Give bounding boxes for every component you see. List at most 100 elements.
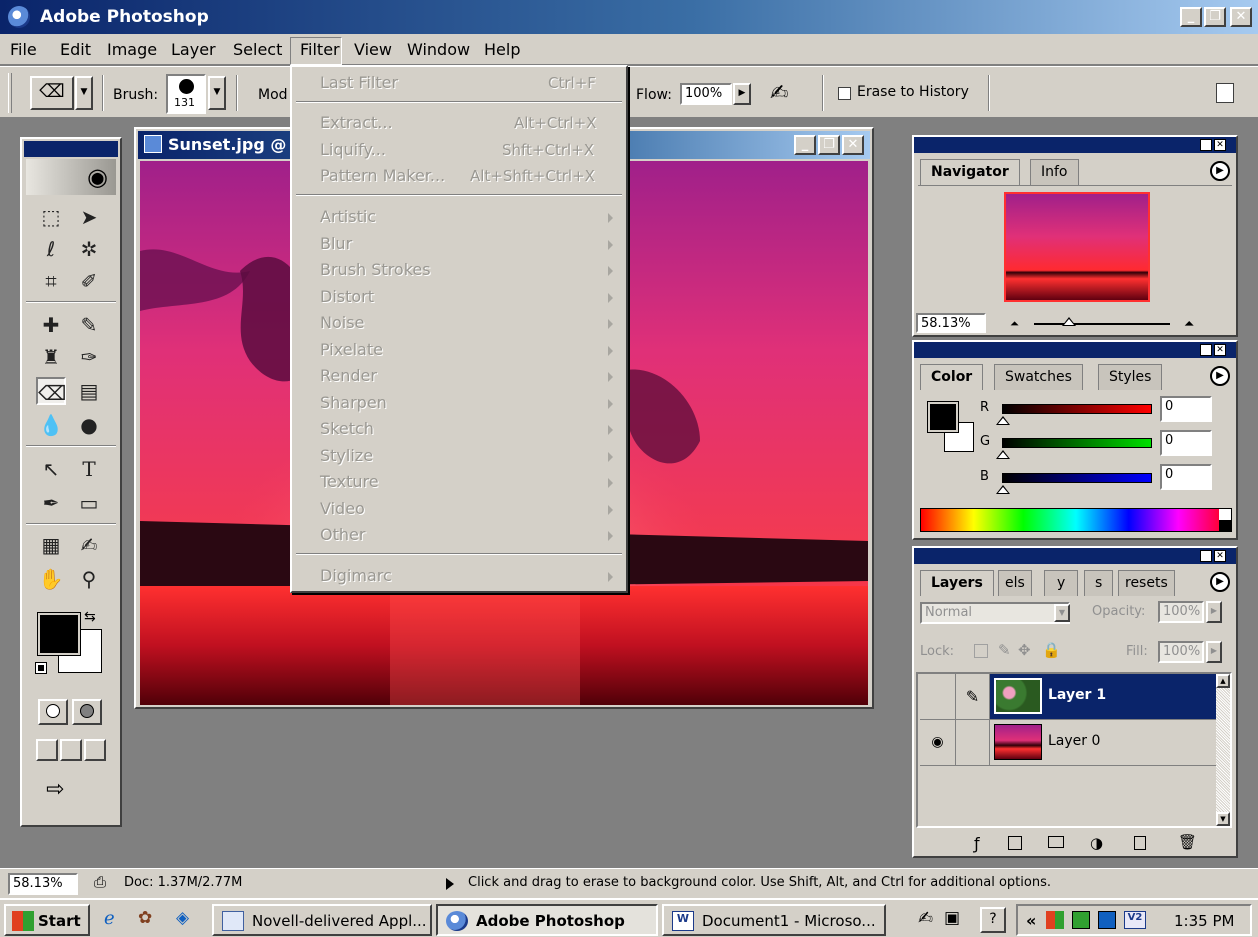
color-foreground-swatch[interactable] (927, 401, 959, 433)
dodge-tool-icon[interactable]: ● (74, 411, 104, 439)
document-info-icon[interactable]: ⎙ (94, 873, 106, 891)
doc-maximize-button[interactable]: ❐ (818, 135, 840, 155)
color-panel-header[interactable] (914, 342, 1236, 358)
layer-brush-icon[interactable]: ✎ (956, 674, 990, 719)
lock-image-icon[interactable]: ✎ (998, 641, 1011, 659)
adobe-online-eye-icon[interactable]: ◉ (26, 159, 116, 195)
quicklaunch-browser-icon[interactable]: ◈ (176, 908, 189, 928)
menu-item-extract[interactable]: Extract... (320, 113, 393, 132)
navigator-panel-header[interactable] (914, 137, 1236, 153)
tab-channels[interactable]: els (998, 570, 1032, 596)
erase-to-history-checkbox[interactable] (838, 87, 851, 100)
green-slider[interactable] (1002, 438, 1152, 448)
scroll-up-icon[interactable]: ▲ (1216, 674, 1230, 688)
menu-item-noise[interactable]: Noise (320, 313, 364, 332)
flow-slider-button[interactable]: ▶ (733, 83, 751, 105)
menu-item-digimarc[interactable]: Digimarc (320, 566, 392, 585)
menu-item-distort[interactable]: Distort (320, 287, 374, 306)
gradient-tool-icon[interactable]: ▤ (74, 377, 104, 405)
airbrush-icon[interactable]: ✍ (770, 81, 788, 106)
slice-tool-icon[interactable]: ✐ (74, 267, 104, 295)
default-colors-icon[interactable] (35, 662, 47, 674)
scroll-down-icon[interactable]: ▼ (1216, 812, 1230, 826)
menu-item-brush-strokes[interactable]: Brush Strokes (320, 260, 431, 279)
layers-scrollbar[interactable]: ▲ ▼ (1216, 674, 1230, 826)
layer-link-cell[interactable] (956, 720, 990, 765)
menu-edit[interactable]: Edit (60, 40, 91, 59)
zoom-tool-icon[interactable]: ⚲ (74, 565, 104, 593)
green-value-input[interactable]: 0 (1160, 430, 1212, 456)
fill-input[interactable]: 100% (1158, 641, 1204, 663)
path-selection-tool-icon[interactable]: ↖ (36, 455, 66, 483)
task-photoshop[interactable]: Adobe Photoshop (436, 904, 658, 936)
zoom-out-icon[interactable]: ⏶ (1010, 317, 1019, 331)
jump-to-imageready-icon[interactable]: ⇨ (46, 777, 64, 802)
zoom-slider-thumb[interactable] (1062, 317, 1076, 326)
tab-color[interactable]: Color (920, 364, 984, 390)
close-button[interactable]: ✕ (1230, 7, 1252, 27)
red-value-input[interactable]: 0 (1160, 396, 1212, 422)
crop-tool-icon[interactable]: ⌗ (36, 267, 66, 295)
tab-paths[interactable]: y (1044, 570, 1079, 596)
blend-mode-dropdown-icon[interactable]: ▼ (1054, 604, 1070, 622)
color-ramp-white[interactable] (1219, 509, 1231, 520)
minimize-button[interactable]: _ (1180, 7, 1202, 27)
blend-mode-select[interactable]: Normal (920, 602, 1070, 624)
menu-help[interactable]: Help (484, 40, 520, 59)
panel-menu-arrow-icon[interactable]: ▶ (1210, 366, 1230, 386)
menu-item-liquify[interactable]: Liquify... (320, 140, 386, 159)
panel-close-icon[interactable]: ✕ (1214, 550, 1226, 562)
navigator-thumbnail[interactable] (1004, 192, 1150, 302)
task-novell[interactable]: Novell-delivered Appl... (212, 904, 432, 936)
layer-row[interactable]: ✎ Layer 1 (920, 674, 1218, 720)
tray-display-icon[interactable] (1098, 911, 1116, 929)
layer-style-icon[interactable]: ƒ (974, 834, 980, 853)
brush-tool-icon[interactable]: ✎ (74, 311, 104, 339)
move-tool-icon[interactable]: ➤ (74, 203, 104, 231)
task-word[interactable]: W Document1 - Microso... (662, 904, 886, 936)
screen-mode-standard-button[interactable] (36, 739, 58, 761)
menu-item-sharpen[interactable]: Sharpen (320, 393, 387, 412)
lock-position-icon[interactable]: ✥ (1018, 641, 1031, 659)
blur-tool-icon[interactable]: 💧 (36, 411, 66, 439)
menu-item-render[interactable]: Render (320, 366, 377, 385)
color-ramp[interactable] (920, 508, 1232, 532)
opacity-slider-button[interactable]: ▶ (1206, 601, 1222, 623)
standard-mode-button[interactable] (38, 699, 68, 725)
ie-quicklaunch-icon[interactable]: ℯ (104, 908, 115, 929)
tray-monitor-icon[interactable]: ▣ (944, 908, 960, 928)
eyedropper-tool-icon[interactable]: ✍ (74, 531, 104, 559)
quick-mask-mode-button[interactable] (72, 699, 102, 725)
navigator-zoom-input[interactable]: 58.13% (916, 313, 986, 333)
navigator-zoom-slider[interactable] (1034, 323, 1170, 325)
menu-window[interactable]: Window (407, 40, 470, 59)
menu-item-pattern-maker[interactable]: Pattern Maker... (320, 166, 445, 185)
lock-transparent-icon[interactable] (974, 644, 988, 658)
new-layer-icon[interactable] (1134, 836, 1146, 850)
tab-navigator[interactable]: Navigator (920, 159, 1020, 185)
notes-tool-icon[interactable]: ▦ (36, 531, 66, 559)
opacity-input[interactable]: 100% (1158, 601, 1204, 623)
menu-item-stylize[interactable]: Stylize (320, 446, 373, 465)
menu-image[interactable]: Image (107, 40, 157, 59)
adjustment-layer-icon[interactable]: ◑ (1090, 834, 1103, 852)
start-button[interactable]: Start (4, 904, 90, 936)
trash-icon[interactable]: 🗑 (1178, 833, 1197, 851)
toolbox-header[interactable] (24, 141, 118, 157)
menu-item-artistic[interactable]: Artistic (320, 207, 376, 226)
rectangle-tool-icon[interactable]: ▭ (74, 489, 104, 517)
menu-item-other[interactable]: Other (320, 525, 365, 544)
screen-mode-full-button[interactable] (84, 739, 106, 761)
brush-picker[interactable]: 131 (166, 74, 206, 114)
tool-preset-dropdown[interactable]: ▼ (75, 76, 93, 110)
type-tool-icon[interactable]: T (74, 455, 104, 483)
menu-item-blur[interactable]: Blur (320, 234, 352, 253)
magic-wand-tool-icon[interactable]: ✲ (74, 235, 104, 263)
status-zoom-input[interactable]: 58.13% (8, 873, 78, 895)
blue-value-input[interactable]: 0 (1160, 464, 1212, 490)
flow-input[interactable]: 100% (680, 83, 732, 105)
brush-dropdown[interactable]: ▼ (208, 76, 226, 110)
tab-swatches[interactable]: Swatches (994, 364, 1083, 390)
hand-tool-icon[interactable]: ✋ (36, 565, 66, 593)
menu-item-pixelate[interactable]: Pixelate (320, 340, 383, 359)
